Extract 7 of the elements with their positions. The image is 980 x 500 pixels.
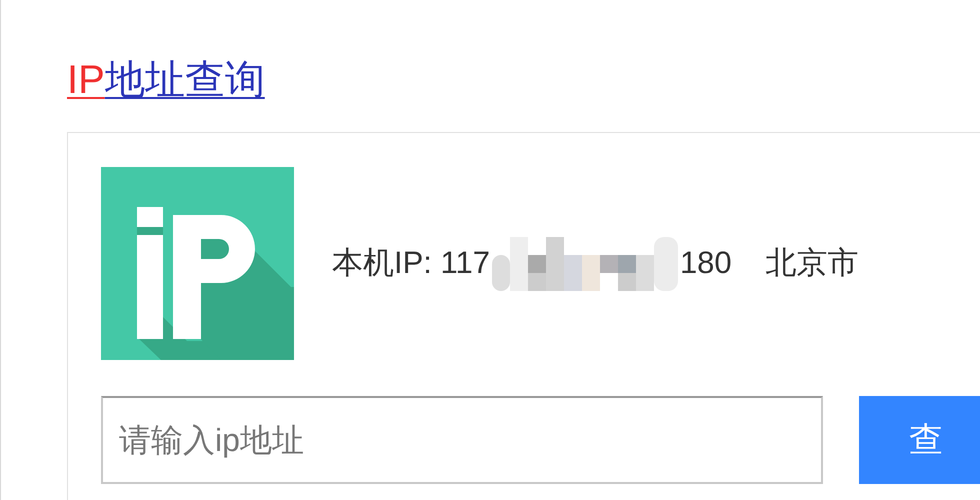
local-ip-label: 本机IP: 117 xyxy=(332,244,490,282)
ip-input-field[interactable]: 请输入ip地址 xyxy=(101,396,824,484)
ip-logo-icon xyxy=(101,167,294,360)
ip-suffix: 180 xyxy=(680,244,732,282)
query-button[interactable]: 查 xyxy=(859,396,980,484)
page-title-link[interactable]: IP地址查询 xyxy=(67,48,265,112)
location-text: 北京市 xyxy=(766,244,859,282)
